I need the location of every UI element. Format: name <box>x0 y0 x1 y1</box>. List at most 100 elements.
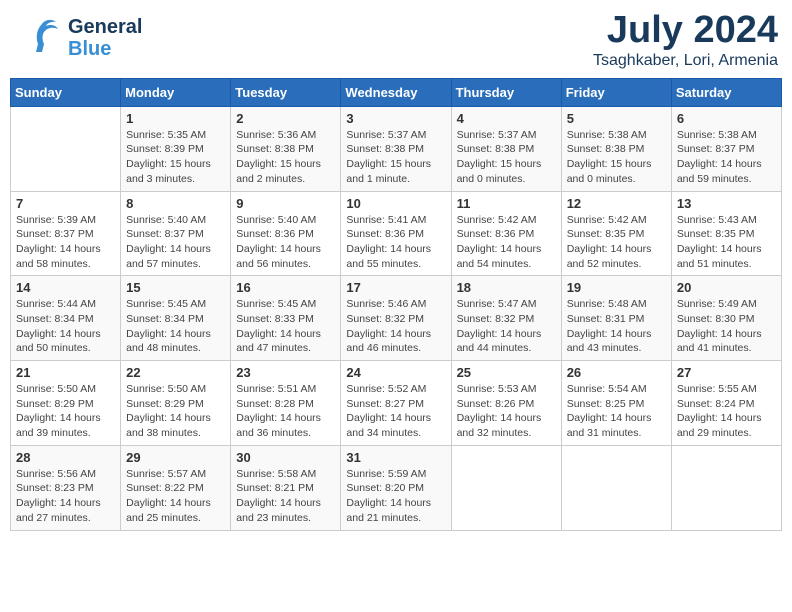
day-number: 16 <box>236 280 335 295</box>
day-number: 29 <box>126 450 225 465</box>
calendar-cell: 20 Sunrise: 5:49 AMSunset: 8:30 PMDayligh… <box>671 276 781 361</box>
day-number: 23 <box>236 365 335 380</box>
calendar-cell: 30Sunrise: 5:58 AMSunset: 8:21 PMDayligh… <box>231 445 341 530</box>
day-number: 3 <box>346 111 445 126</box>
logo: General Blue <box>14 10 142 65</box>
calendar-cell: 2Sunrise: 5:36 AMSunset: 8:38 PMDaylight… <box>231 106 341 191</box>
week-row-3: 14Sunrise: 5:44 AMSunset: 8:34 PMDayligh… <box>11 276 782 361</box>
day-info: Sunrise: 5:46 AMSunset: 8:32 PMDaylight:… <box>346 297 445 356</box>
calendar-cell: 21 Sunrise: 5:50 AMSunset: 8:29 PMDayligh… <box>11 361 121 446</box>
day-info: Sunrise: 5:49 AMSunset: 8:30 PMDaylight:… <box>677 297 776 356</box>
day-number: 18 <box>457 280 556 295</box>
day-number: 7 <box>16 196 115 211</box>
location: Tsaghkaber, Lori, Armenia <box>593 52 778 70</box>
day-info: Sunrise: 5:50 AMSunset: 8:29 PMDaylight:… <box>16 382 115 441</box>
day-info: Sunrise: 5:45 AMSunset: 8:33 PMDaylight:… <box>236 297 335 356</box>
calendar-cell: 31 Sunrise: 5:59 AMSunset: 8:20 PMDayligh… <box>341 445 451 530</box>
day-info: Sunrise: 5:37 AMSunset: 8:38 PMDaylight:… <box>457 128 556 187</box>
day-info: Sunrise: 5:51 AMSunset: 8:28 PMDaylight:… <box>236 382 335 441</box>
calendar-cell: 5Sunrise: 5:38 AMSunset: 8:38 PMDaylight… <box>561 106 671 191</box>
day-info: Sunrise: 5:53 AMSunset: 8:26 PMDaylight:… <box>457 382 556 441</box>
day-info: Sunrise: 5:41 AMSunset: 8:36 PMDaylight:… <box>346 213 445 272</box>
week-row-1: 1 Sunrise: 5:35 AMSunset: 8:39 PMDaylight… <box>11 106 782 191</box>
day-info: Sunrise: 5:39 AMSunset: 8:37 PMDaylight:… <box>16 213 115 272</box>
day-number: 2 <box>236 111 335 126</box>
logo-text: General Blue <box>68 16 142 60</box>
week-row-5: 28 Sunrise: 5:56 AMSunset: 8:23 PMDayligh… <box>11 445 782 530</box>
calendar-cell <box>11 106 121 191</box>
calendar-cell <box>451 445 561 530</box>
day-number: 31 <box>346 450 445 465</box>
day-info: Sunrise: 5:38 AMSunset: 8:37 PMDaylight:… <box>677 128 776 187</box>
day-info: Sunrise: 5:50 AMSunset: 8:29 PMDaylight:… <box>126 382 225 441</box>
calendar-cell <box>561 445 671 530</box>
day-number: 15 <box>126 280 225 295</box>
day-info: Sunrise: 5:37 AMSunset: 8:38 PMDaylight:… <box>346 128 445 187</box>
day-info: Sunrise: 5:44 AMSunset: 8:34 PMDaylight:… <box>16 297 115 356</box>
weekday-header-row: SundayMondayTuesdayWednesdayThursdayFrid… <box>11 78 782 106</box>
day-number: 24 <box>346 365 445 380</box>
logo-general: General <box>68 16 142 38</box>
day-info: Sunrise: 5:38 AMSunset: 8:38 PMDaylight:… <box>567 128 666 187</box>
day-info: Sunrise: 5:40 AMSunset: 8:37 PMDaylight:… <box>126 213 225 272</box>
calendar-cell: 19Sunrise: 5:48 AMSunset: 8:31 PMDayligh… <box>561 276 671 361</box>
day-info: Sunrise: 5:56 AMSunset: 8:23 PMDaylight:… <box>16 467 115 526</box>
calendar-cell: 7 Sunrise: 5:39 AMSunset: 8:37 PMDaylight… <box>11 191 121 276</box>
day-number: 8 <box>126 196 225 211</box>
logo-blue: Blue <box>68 38 111 60</box>
calendar-cell: 17 Sunrise: 5:46 AMSunset: 8:32 PMDayligh… <box>341 276 451 361</box>
weekday-header-wednesday: Wednesday <box>341 78 451 106</box>
day-info: Sunrise: 5:52 AMSunset: 8:27 PMDaylight:… <box>346 382 445 441</box>
day-number: 6 <box>677 111 776 126</box>
calendar-cell: 23 Sunrise: 5:51 AMSunset: 8:28 PMDayligh… <box>231 361 341 446</box>
day-info: Sunrise: 5:43 AMSunset: 8:35 PMDaylight:… <box>677 213 776 272</box>
day-number: 17 <box>346 280 445 295</box>
day-number: 22 <box>126 365 225 380</box>
calendar-cell: 28 Sunrise: 5:56 AMSunset: 8:23 PMDayligh… <box>11 445 121 530</box>
calendar-cell: 27 Sunrise: 5:55 AMSunset: 8:24 PMDayligh… <box>671 361 781 446</box>
day-info: Sunrise: 5:47 AMSunset: 8:32 PMDaylight:… <box>457 297 556 356</box>
day-number: 4 <box>457 111 556 126</box>
calendar-cell: 14Sunrise: 5:44 AMSunset: 8:34 PMDayligh… <box>11 276 121 361</box>
calendar-cell: 29 Sunrise: 5:57 AMSunset: 8:22 PMDayligh… <box>121 445 231 530</box>
day-info: Sunrise: 5:35 AMSunset: 8:39 PMDaylight:… <box>126 128 225 187</box>
day-info: Sunrise: 5:55 AMSunset: 8:24 PMDaylight:… <box>677 382 776 441</box>
weekday-header-tuesday: Tuesday <box>231 78 341 106</box>
calendar-cell: 25 Sunrise: 5:53 AMSunset: 8:26 PMDayligh… <box>451 361 561 446</box>
week-row-4: 21 Sunrise: 5:50 AMSunset: 8:29 PMDayligh… <box>11 361 782 446</box>
day-number: 10 <box>346 196 445 211</box>
day-info: Sunrise: 5:54 AMSunset: 8:25 PMDaylight:… <box>567 382 666 441</box>
calendar-cell: 4 Sunrise: 5:37 AMSunset: 8:38 PMDaylight… <box>451 106 561 191</box>
day-number: 28 <box>16 450 115 465</box>
day-number: 25 <box>457 365 556 380</box>
weekday-header-friday: Friday <box>561 78 671 106</box>
day-info: Sunrise: 5:42 AMSunset: 8:35 PMDaylight:… <box>567 213 666 272</box>
calendar-cell: 18 Sunrise: 5:47 AMSunset: 8:32 PMDayligh… <box>451 276 561 361</box>
week-row-2: 7 Sunrise: 5:39 AMSunset: 8:37 PMDaylight… <box>11 191 782 276</box>
day-info: Sunrise: 5:45 AMSunset: 8:34 PMDaylight:… <box>126 297 225 356</box>
calendar-cell: 6 Sunrise: 5:38 AMSunset: 8:37 PMDaylight… <box>671 106 781 191</box>
day-number: 1 <box>126 111 225 126</box>
day-number: 21 <box>16 365 115 380</box>
day-number: 19 <box>567 280 666 295</box>
day-number: 12 <box>567 196 666 211</box>
month-year: July 2024 <box>593 10 778 52</box>
weekday-header-saturday: Saturday <box>671 78 781 106</box>
day-info: Sunrise: 5:57 AMSunset: 8:22 PMDaylight:… <box>126 467 225 526</box>
logo-icon <box>14 10 64 65</box>
day-number: 27 <box>677 365 776 380</box>
page-header: General Blue July 2024 Tsaghkaber, Lori,… <box>10 10 782 70</box>
calendar-cell: 10 Sunrise: 5:41 AMSunset: 8:36 PMDayligh… <box>341 191 451 276</box>
title-section: July 2024 Tsaghkaber, Lori, Armenia <box>593 10 778 70</box>
calendar-cell: 24 Sunrise: 5:52 AMSunset: 8:27 PMDayligh… <box>341 361 451 446</box>
calendar-cell: 16 Sunrise: 5:45 AMSunset: 8:33 PMDayligh… <box>231 276 341 361</box>
day-info: Sunrise: 5:58 AMSunset: 8:21 PMDaylight:… <box>236 467 335 526</box>
calendar-cell: 26Sunrise: 5:54 AMSunset: 8:25 PMDayligh… <box>561 361 671 446</box>
calendar-cell: 8 Sunrise: 5:40 AMSunset: 8:37 PMDaylight… <box>121 191 231 276</box>
day-info: Sunrise: 5:59 AMSunset: 8:20 PMDaylight:… <box>346 467 445 526</box>
calendar-cell <box>671 445 781 530</box>
calendar-cell: 11Sunrise: 5:42 AMSunset: 8:36 PMDayligh… <box>451 191 561 276</box>
calendar-cell: 3 Sunrise: 5:37 AMSunset: 8:38 PMDaylight… <box>341 106 451 191</box>
calendar-cell: 1 Sunrise: 5:35 AMSunset: 8:39 PMDaylight… <box>121 106 231 191</box>
day-number: 20 <box>677 280 776 295</box>
